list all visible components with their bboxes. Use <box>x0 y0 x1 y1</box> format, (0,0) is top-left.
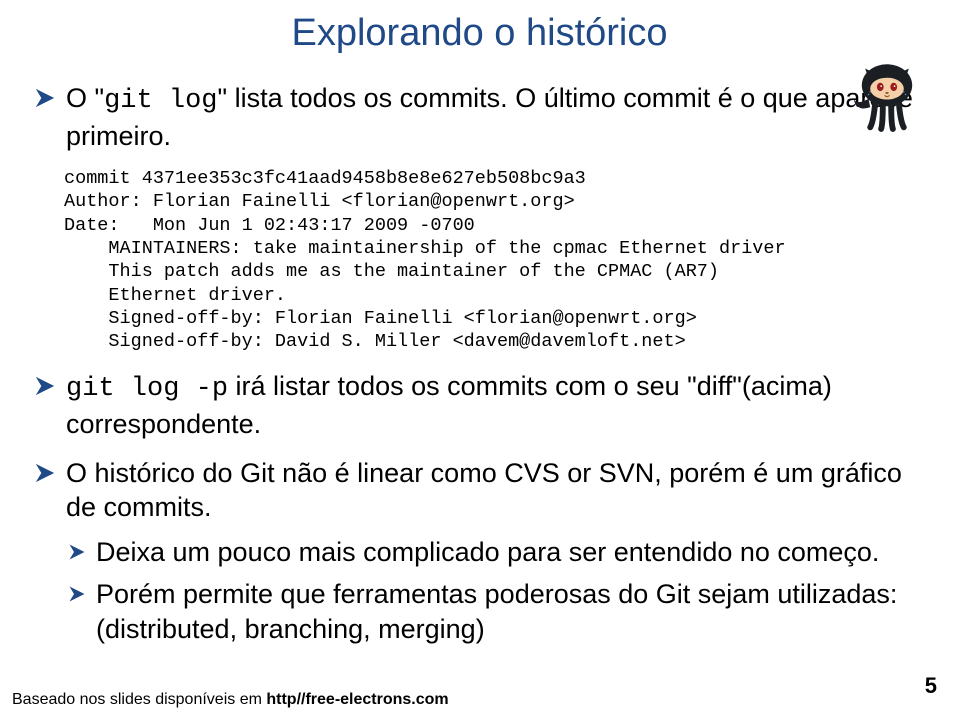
footer-text: Baseado nos slides disponíveis em <box>12 691 266 708</box>
sub-bullet-complicated: Deixa um pouco mais complicado para ser … <box>34 535 925 570</box>
arrow-icon <box>34 87 56 114</box>
bullet-text: Deixa um pouco mais complicado para ser … <box>96 535 879 570</box>
arrow-icon <box>34 462 56 489</box>
bullet-non-linear: O histórico do Git não é linear como CVS… <box>34 456 925 525</box>
text-fragment: O " <box>66 83 104 113</box>
page-number: 5 <box>925 673 937 699</box>
code-fragment: git log -p <box>66 374 228 404</box>
arrow-icon <box>68 583 86 608</box>
bullet-git-log-p: git log -p irá listar todos os commits c… <box>34 369 925 441</box>
bullet-git-log: O "git log" lista todos os commits. O úl… <box>34 81 925 153</box>
bullet-text: O "git log" lista todos os commits. O úl… <box>66 81 925 153</box>
footer-url: http//free-electrons.com <box>266 691 448 708</box>
code-fragment: git log <box>104 86 217 116</box>
arrow-icon <box>34 375 56 402</box>
bullet-text: git log -p irá listar todos os commits c… <box>66 369 925 441</box>
bullet-text: Porém permite que ferramentas poderosas … <box>96 577 925 646</box>
sub-bullet-tools: Porém permite que ferramentas poderosas … <box>34 577 925 646</box>
commit-code-block: commit 4371ee353c3fc41aad9458b8e8e627eb5… <box>64 167 925 353</box>
bullet-text: O histórico do Git não é linear como CVS… <box>66 456 925 525</box>
slide-title: Explorando o histórico <box>34 12 925 55</box>
arrow-icon <box>68 541 86 566</box>
octocat-icon <box>845 50 929 134</box>
footer-attribution: Baseado nos slides disponíveis em http//… <box>12 691 449 709</box>
